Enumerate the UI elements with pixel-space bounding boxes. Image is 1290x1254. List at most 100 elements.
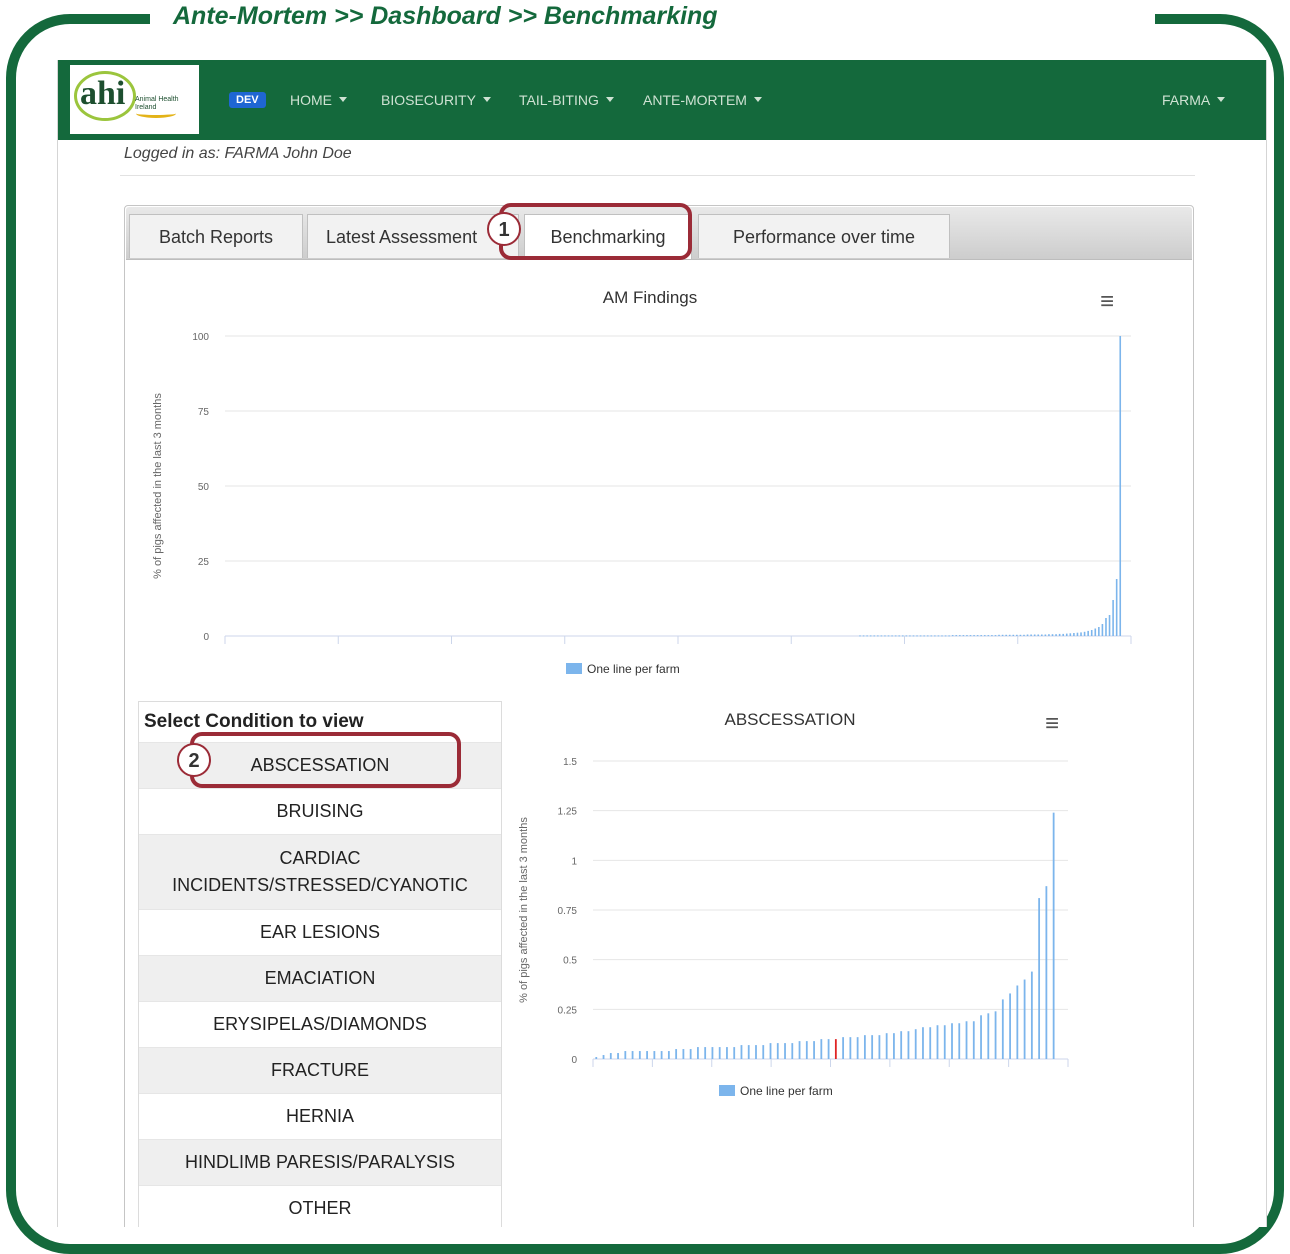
nav-tail-biting[interactable]: TAIL-BITING	[519, 92, 614, 108]
bar	[820, 1039, 823, 1059]
bar	[646, 1051, 648, 1059]
bar	[998, 634, 1000, 636]
tab-latest-assessment[interactable]: Latest Assessment	[307, 214, 519, 258]
bar	[1051, 634, 1054, 636]
bar	[866, 635, 868, 637]
user-menu[interactable]: FARMA	[1162, 92, 1226, 108]
nav-tail-biting-label: TAIL-BITING	[519, 92, 599, 108]
bar	[1030, 971, 1033, 1059]
condition-item-emaciation[interactable]: EMACIATION	[139, 955, 501, 1001]
condition-item-other[interactable]: OTHER	[139, 1185, 501, 1227]
bar	[1052, 812, 1055, 1059]
condition-item-ear-lesions[interactable]: EAR LESIONS	[139, 909, 501, 955]
bar	[1023, 634, 1025, 636]
bar	[898, 635, 901, 637]
nav-ante-mortem[interactable]: ANTE-MORTEM	[643, 92, 762, 108]
bar	[901, 635, 904, 637]
bar	[930, 635, 933, 637]
nav-home-label: HOME	[290, 92, 332, 108]
bar	[893, 1033, 895, 1059]
bar	[958, 1023, 961, 1059]
y-axis-label: % of pigs affected in the last 3 months	[152, 393, 164, 579]
bar	[877, 635, 879, 637]
y-tick-label: 75	[198, 407, 210, 418]
bar	[1008, 634, 1011, 636]
bar	[609, 1053, 612, 1059]
menu-icon[interactable]: ≡	[1045, 712, 1059, 736]
bar	[1112, 600, 1114, 636]
chevron-down-icon	[605, 97, 614, 102]
bar	[1083, 631, 1086, 636]
logo-text: ahi	[80, 75, 126, 112]
bar	[926, 635, 929, 637]
bar	[1076, 632, 1079, 636]
y-tick-label: 0	[203, 632, 209, 643]
bar	[1098, 627, 1100, 636]
bar	[1037, 634, 1040, 636]
bar	[602, 1055, 605, 1059]
bar	[1041, 634, 1043, 636]
bar	[842, 1037, 845, 1059]
chevron-down-icon	[482, 97, 491, 102]
bar	[805, 1041, 808, 1059]
bar	[972, 1021, 975, 1059]
bar	[1048, 634, 1050, 636]
callout-number-1: 1	[487, 212, 521, 246]
chevron-down-icon	[1217, 97, 1226, 102]
bar	[987, 635, 990, 637]
bar	[1073, 633, 1075, 636]
nav-home[interactable]: HOME	[290, 92, 347, 108]
chart-legend[interactable]: One line per farm	[719, 1084, 833, 1098]
bar	[907, 1031, 910, 1059]
legend-swatch	[566, 663, 582, 674]
bar	[994, 635, 997, 637]
nav-biosecurity[interactable]: BIOSECURITY	[381, 92, 491, 108]
bar	[660, 1051, 663, 1059]
bar	[675, 1049, 678, 1059]
user-menu-label: FARMA	[1162, 92, 1211, 108]
bar	[856, 1037, 859, 1059]
bar	[955, 635, 958, 637]
condition-item-cardiac-incidents[interactable]: CARDIAC INCIDENTS/STRESSED/CYANOTIC	[139, 834, 501, 909]
bar	[916, 635, 918, 637]
ahi-logo[interactable]: ahi Animal Health Ireland	[70, 65, 199, 134]
y-tick-label: 50	[198, 482, 210, 493]
bar	[1016, 985, 1019, 1059]
bar	[969, 635, 972, 637]
bar	[1055, 634, 1057, 636]
nav-ante-mortem-label: ANTE-MORTEM	[643, 92, 747, 108]
bar	[1026, 634, 1029, 636]
condition-item-fracture[interactable]: FRACTURE	[139, 1047, 501, 1093]
bar	[755, 1045, 757, 1059]
bar	[959, 635, 961, 637]
abscessation-plot: 0 0.25 0.5 0.75 1 1.25 1.5 % of pigs affected i…	[518, 757, 1069, 1067]
bar	[747, 1045, 750, 1059]
bar	[943, 1025, 946, 1059]
bar	[884, 635, 886, 637]
condition-item-bruising[interactable]: BRUISING	[139, 788, 501, 834]
bar	[894, 635, 897, 637]
chevron-down-icon	[753, 97, 762, 102]
y-tick-label: 1.25	[558, 807, 578, 818]
bar	[791, 1043, 794, 1059]
bar	[1045, 886, 1048, 1059]
bar	[653, 1051, 656, 1059]
condition-item-erysipelas[interactable]: ERYSIPELAS/DIAMONDS	[139, 1001, 501, 1047]
tab-performance-over-time[interactable]: Performance over time	[698, 214, 950, 258]
bar	[880, 635, 883, 637]
bar	[726, 1047, 728, 1059]
bar	[827, 1039, 830, 1059]
condition-item-hindlimb-paresis[interactable]: HINDLIMB PARESIS/PARALYSIS	[139, 1139, 501, 1185]
menu-icon[interactable]: ≡	[1100, 290, 1114, 314]
bar	[798, 1041, 801, 1059]
bar	[718, 1047, 721, 1059]
condition-item-hernia[interactable]: HERNIA	[139, 1093, 501, 1139]
bar	[1090, 630, 1093, 636]
chart-legend[interactable]: One line per farm	[566, 662, 680, 676]
y-axis-label: % of pigs affected in the last 3 months	[518, 817, 530, 1003]
tab-batch-reports[interactable]: Batch Reports	[129, 214, 303, 258]
bar	[1062, 633, 1064, 636]
chevron-down-icon	[339, 97, 347, 102]
bar	[733, 1047, 736, 1059]
bar	[776, 1043, 779, 1059]
